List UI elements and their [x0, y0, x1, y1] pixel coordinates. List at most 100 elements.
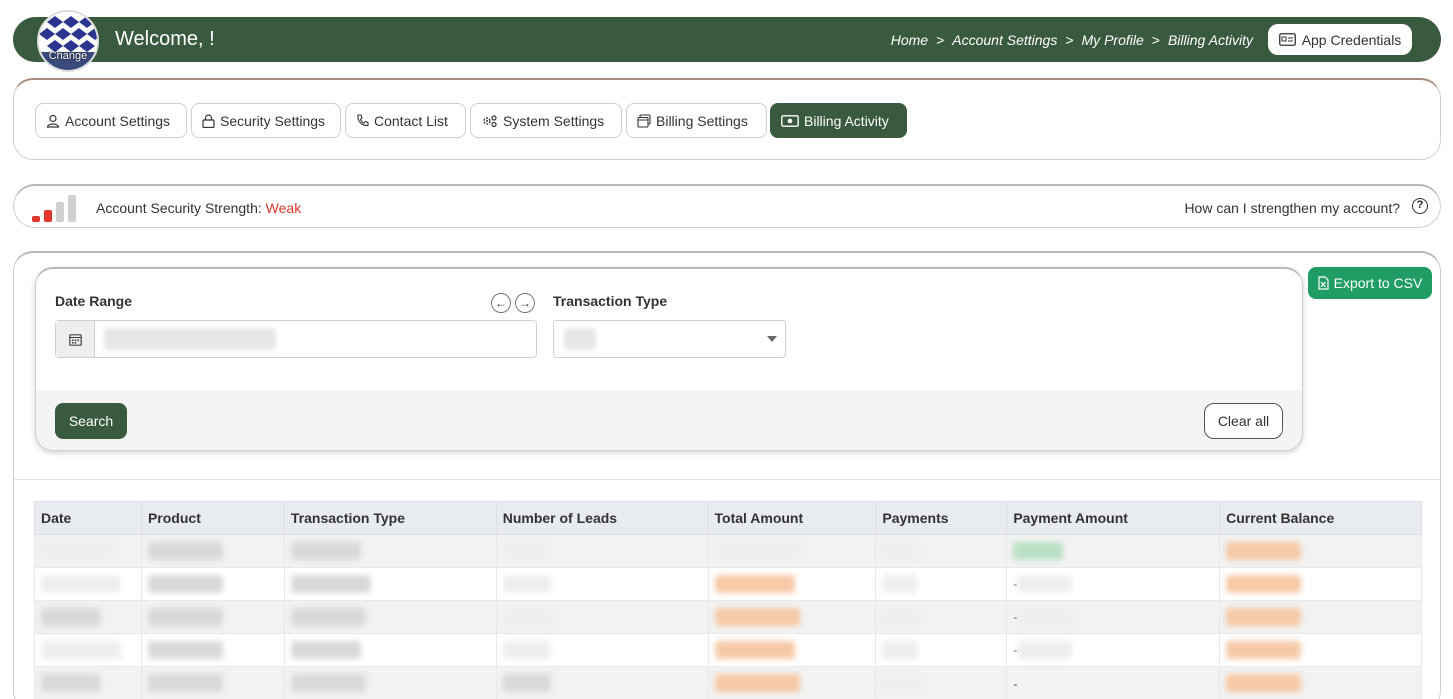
cell-date: [34, 666, 142, 699]
cell-payments: [875, 534, 1008, 568]
cell-total-amount: [707, 633, 877, 667]
cell-leads: [495, 567, 709, 601]
calendar-icon[interactable]: [56, 321, 95, 357]
welcome-text: Welcome, !: [115, 28, 215, 50]
next-range-button[interactable]: →: [515, 293, 535, 313]
breadcrumb-separator: >: [1065, 32, 1074, 48]
cell-payment-amount: -: [1006, 600, 1221, 634]
cell-payments: [875, 633, 1008, 667]
search-button[interactable]: Search: [55, 403, 127, 439]
transaction-type-select[interactable]: [553, 320, 786, 358]
app-credentials-label: App Credentials: [1301, 31, 1402, 48]
cash-icon: [781, 114, 799, 127]
strengthen-account-link[interactable]: How can I strengthen my account?: [1184, 200, 1400, 216]
avatar[interactable]: Change: [37, 10, 99, 72]
filter-panel: Date Range ← → Transaction Type Search C…: [35, 267, 1303, 451]
cell-payments: [875, 666, 1008, 699]
cell-leads: [495, 666, 709, 699]
strength-meter-icon: [32, 194, 80, 222]
cell-product: [140, 600, 285, 634]
window-icon: [637, 113, 651, 128]
export-csv-button[interactable]: Export to CSV: [1308, 267, 1432, 299]
tab-billing-settings[interactable]: Billing Settings: [626, 103, 767, 138]
user-icon: [46, 114, 60, 128]
cell-payments: [875, 600, 1008, 634]
tab-security-settings[interactable]: Security Settings: [191, 103, 341, 138]
id-card-icon: [1278, 33, 1296, 46]
col-number-of-leads[interactable]: Number of Leads: [495, 501, 709, 535]
billing-activity-card: Date Range ← → Transaction Type Search C…: [13, 251, 1441, 699]
cell-payment-amount: [1006, 534, 1221, 568]
export-csv-label: Export to CSV: [1333, 275, 1423, 291]
breadcrumb-my-profile[interactable]: My Profile: [1082, 32, 1144, 48]
cell-transaction-type: [283, 666, 497, 699]
cell-current-balance: [1219, 567, 1422, 601]
cell-payments: [875, 567, 1008, 601]
prev-range-button[interactable]: ←: [491, 293, 511, 313]
security-strength-label: Account Security Strength:: [96, 200, 262, 216]
dash-text: -: [1013, 677, 1018, 691]
security-strength-text: Account Security Strength: Weak: [96, 200, 301, 216]
tab-account-settings[interactable]: Account Settings: [35, 103, 187, 138]
breadcrumb-billing-activity: Billing Activity: [1167, 32, 1253, 48]
col-date[interactable]: Date: [34, 501, 142, 535]
cell-product: [140, 633, 285, 667]
cell-date: [34, 600, 142, 634]
filter-footer: [36, 390, 1302, 450]
cell-transaction-type: [283, 633, 497, 667]
settings-tabs-card: Account Settings Security Settings Conta…: [13, 78, 1441, 160]
phone-icon: [357, 114, 369, 127]
cell-payment-amount: -: [1006, 567, 1221, 601]
chevron-down-icon: [767, 336, 777, 342]
breadcrumb-separator: >: [1151, 32, 1160, 48]
tab-label: System Settings: [503, 112, 605, 129]
cell-current-balance: [1219, 633, 1422, 667]
table-row[interactable]: -: [34, 633, 1422, 667]
cell-leads: [495, 600, 709, 634]
tab-contact-list[interactable]: Contact List: [345, 103, 466, 138]
gears-icon: [483, 114, 497, 127]
table-row[interactable]: -: [34, 600, 1422, 634]
col-payments[interactable]: Payments: [875, 501, 1008, 535]
col-transaction-type[interactable]: Transaction Type: [283, 501, 497, 535]
tab-label: Security Settings: [220, 112, 326, 129]
cell-transaction-type: [283, 567, 497, 601]
tab-billing-activity[interactable]: Billing Activity: [770, 103, 907, 138]
question-circle-icon[interactable]: ?: [1412, 198, 1428, 214]
col-payment-amount[interactable]: Payment Amount: [1006, 501, 1221, 535]
cell-total-amount: [707, 666, 877, 699]
cell-current-balance: [1219, 666, 1422, 699]
cell-product: [140, 567, 285, 601]
date-range-input[interactable]: [55, 320, 537, 358]
section-divider: [14, 479, 1440, 480]
cell-product: [140, 534, 285, 568]
security-strength-value: Weak: [265, 200, 302, 216]
tab-system-settings[interactable]: System Settings: [470, 103, 622, 138]
file-excel-icon: [1318, 276, 1329, 290]
col-product[interactable]: Product: [140, 501, 285, 535]
col-total-amount[interactable]: Total Amount: [707, 501, 877, 535]
breadcrumb: Home > Account Settings > My Profile > B…: [891, 32, 1253, 48]
table-row[interactable]: -: [34, 666, 1422, 699]
transaction-type-label: Transaction Type: [553, 293, 668, 309]
table-header-row: Date Product Transaction Type Number of …: [34, 501, 1422, 535]
cell-current-balance: [1219, 600, 1422, 634]
tab-label: Billing Activity: [804, 112, 889, 129]
avatar-change-label[interactable]: Change: [39, 50, 97, 62]
app-credentials-button[interactable]: App Credentials: [1268, 24, 1412, 55]
breadcrumb-home[interactable]: Home: [891, 32, 928, 48]
table-row[interactable]: [34, 534, 1422, 568]
table-row[interactable]: -: [34, 567, 1422, 601]
breadcrumb-account-settings[interactable]: Account Settings: [952, 32, 1057, 48]
cell-total-amount: [707, 567, 877, 601]
tab-label: Contact List: [374, 112, 448, 129]
date-range-value-redacted: [104, 328, 276, 350]
cell-payment-amount: -: [1006, 633, 1221, 667]
col-current-balance[interactable]: Current Balance: [1219, 501, 1422, 535]
date-range-label: Date Range: [55, 293, 133, 309]
cell-product: [140, 666, 285, 699]
lock-icon: [202, 113, 215, 128]
cell-leads: [495, 633, 709, 667]
transaction-type-value-redacted: [564, 328, 596, 350]
clear-all-button[interactable]: Clear all: [1204, 403, 1283, 439]
